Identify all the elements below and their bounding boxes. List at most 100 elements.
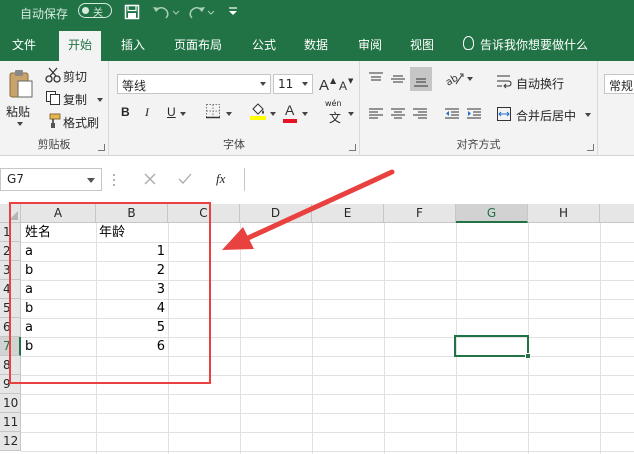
decrease-indent-icon[interactable] bbox=[444, 107, 460, 121]
tab-data[interactable]: 数据 bbox=[304, 36, 328, 53]
svg-text:▲: ▲ bbox=[330, 76, 337, 85]
formula-bar: G7 fx bbox=[0, 156, 634, 204]
gridline bbox=[312, 223, 313, 454]
font-name-value: 等线 bbox=[122, 79, 147, 93]
tab-formulas[interactable]: 公式 bbox=[252, 36, 276, 53]
tab-insert[interactable]: 插入 bbox=[121, 36, 145, 53]
border-icon[interactable] bbox=[205, 103, 221, 119]
save-icon[interactable] bbox=[124, 4, 140, 20]
alignment-launcher-icon[interactable] bbox=[587, 144, 594, 151]
orientation-icon[interactable]: ab bbox=[444, 70, 466, 88]
name-box[interactable]: G7 bbox=[0, 168, 102, 191]
autosave-state: 关 bbox=[93, 8, 103, 19]
wrap-text-button[interactable]: 自动换行 bbox=[516, 75, 564, 92]
formula-input[interactable] bbox=[244, 168, 634, 191]
active-cell-g7[interactable] bbox=[454, 335, 531, 359]
align-top-icon[interactable] bbox=[368, 71, 384, 87]
insert-function-button[interactable]: fx bbox=[216, 171, 225, 187]
undo-icon[interactable] bbox=[152, 4, 180, 20]
merge-center-icon[interactable] bbox=[496, 106, 512, 122]
font-name-select[interactable]: 等线 bbox=[117, 74, 271, 94]
fill-handle[interactable] bbox=[525, 353, 531, 359]
font-launcher-icon[interactable] bbox=[349, 144, 356, 151]
clipboard-launcher-icon[interactable] bbox=[98, 144, 105, 151]
svg-text:A: A bbox=[339, 79, 347, 93]
name-box-value: G7 bbox=[7, 172, 24, 186]
tell-me-search[interactable]: 告诉我你想要做什么 bbox=[480, 36, 588, 53]
column-header-partial[interactable] bbox=[600, 204, 634, 223]
column-header-f[interactable]: F bbox=[384, 204, 456, 223]
column-header-h[interactable]: H bbox=[528, 204, 600, 223]
copy-button[interactable]: 复制 bbox=[63, 91, 87, 108]
customize-toolbar-icon[interactable] bbox=[228, 6, 238, 18]
cancel-icon[interactable] bbox=[144, 173, 156, 185]
enter-check-icon[interactable] bbox=[178, 173, 192, 185]
fill-color-dropdown-icon[interactable] bbox=[269, 111, 277, 117]
align-bottom-button[interactable] bbox=[410, 67, 432, 91]
annotation-highlight-box bbox=[9, 202, 211, 384]
font-group: 等线 11 A ▲ A ▼ B I U A wén 文 字体 bbox=[109, 61, 360, 156]
border-dropdown-icon[interactable] bbox=[225, 111, 233, 117]
font-color-button[interactable]: A bbox=[285, 102, 294, 118]
column-header-e[interactable]: E bbox=[312, 204, 384, 223]
tab-view[interactable]: 视图 bbox=[410, 36, 434, 53]
autosave-toggle[interactable]: 关 bbox=[78, 3, 112, 19]
tab-page-layout[interactable]: 页面布局 bbox=[174, 36, 222, 53]
chevron-down-icon bbox=[87, 178, 95, 183]
copy-dropdown-icon[interactable] bbox=[96, 97, 104, 103]
row-header-12[interactable]: 12 bbox=[0, 432, 21, 451]
underline-button[interactable]: U bbox=[167, 105, 176, 119]
bold-button[interactable]: B bbox=[121, 105, 130, 119]
align-middle-icon[interactable] bbox=[390, 71, 406, 87]
merge-center-button[interactable]: 合并后居中 bbox=[516, 107, 576, 124]
autosave-label: 自动保存 bbox=[20, 7, 69, 21]
lightbulb-icon bbox=[463, 36, 474, 50]
column-header-g[interactable]: G bbox=[456, 204, 528, 223]
fill-color-icon[interactable] bbox=[249, 101, 267, 121]
chevron-down-icon bbox=[260, 82, 266, 86]
ribbon-tabs: 文件 开始 插入 页面布局 公式 数据 审阅 视图 告诉我你想要做什么 bbox=[0, 27, 634, 61]
title-bar: 自动保存 关 bbox=[0, 0, 634, 27]
font-size-select[interactable]: 11 bbox=[273, 74, 313, 94]
alignment-group: ab 自动换行 合并后居中 对齐方式 bbox=[360, 61, 598, 156]
italic-button[interactable]: I bbox=[145, 105, 149, 120]
font-grow-shrink-icon[interactable]: A ▲ A ▼ bbox=[319, 75, 357, 93]
phonetic-guide-top[interactable]: wén bbox=[325, 99, 342, 108]
copy-icon[interactable] bbox=[45, 90, 61, 106]
paste-button[interactable]: 粘贴 bbox=[6, 103, 30, 120]
column-header-d[interactable]: D bbox=[240, 204, 312, 223]
align-left-icon[interactable] bbox=[368, 107, 384, 121]
align-right-icon[interactable] bbox=[412, 107, 428, 121]
increase-indent-icon[interactable] bbox=[466, 107, 482, 121]
paste-icon[interactable] bbox=[8, 69, 34, 99]
row-header-11[interactable]: 11 bbox=[0, 413, 21, 432]
underline-dropdown-icon[interactable] bbox=[179, 111, 187, 117]
toggle-dot bbox=[82, 7, 89, 14]
gridline bbox=[384, 223, 385, 454]
align-center-icon[interactable] bbox=[390, 107, 406, 121]
gridline bbox=[600, 223, 601, 454]
row-header-10[interactable]: 10 bbox=[0, 394, 21, 413]
alignment-group-label: 对齐方式 bbox=[456, 138, 501, 151]
chevron-down-icon bbox=[302, 82, 308, 86]
gridline bbox=[21, 413, 634, 414]
svg-text:▼: ▼ bbox=[348, 77, 354, 85]
scissors-icon[interactable] bbox=[45, 67, 61, 83]
tab-home[interactable]: 开始 bbox=[59, 31, 102, 61]
format-painter-button[interactable]: 格式刷 bbox=[63, 114, 99, 131]
format-painter-icon[interactable] bbox=[45, 113, 61, 129]
merge-dropdown-icon[interactable] bbox=[584, 112, 592, 118]
paste-dropdown-icon[interactable] bbox=[16, 121, 24, 127]
tab-file[interactable]: 文件 bbox=[12, 36, 36, 53]
orientation-dropdown-icon[interactable] bbox=[466, 76, 474, 82]
redo-icon[interactable] bbox=[188, 4, 216, 20]
phonetic-dropdown-icon[interactable] bbox=[347, 111, 355, 117]
cut-button[interactable]: 剪切 bbox=[63, 68, 87, 85]
font-size-value: 11 bbox=[278, 77, 294, 91]
number-format-select[interactable]: 常规 bbox=[604, 74, 634, 94]
wrap-text-icon[interactable] bbox=[496, 73, 512, 89]
phonetic-guide-button[interactable]: 文 bbox=[329, 109, 341, 126]
tab-review[interactable]: 审阅 bbox=[358, 36, 382, 53]
resize-dots-icon[interactable] bbox=[112, 172, 116, 188]
font-color-dropdown-icon[interactable] bbox=[301, 111, 309, 117]
